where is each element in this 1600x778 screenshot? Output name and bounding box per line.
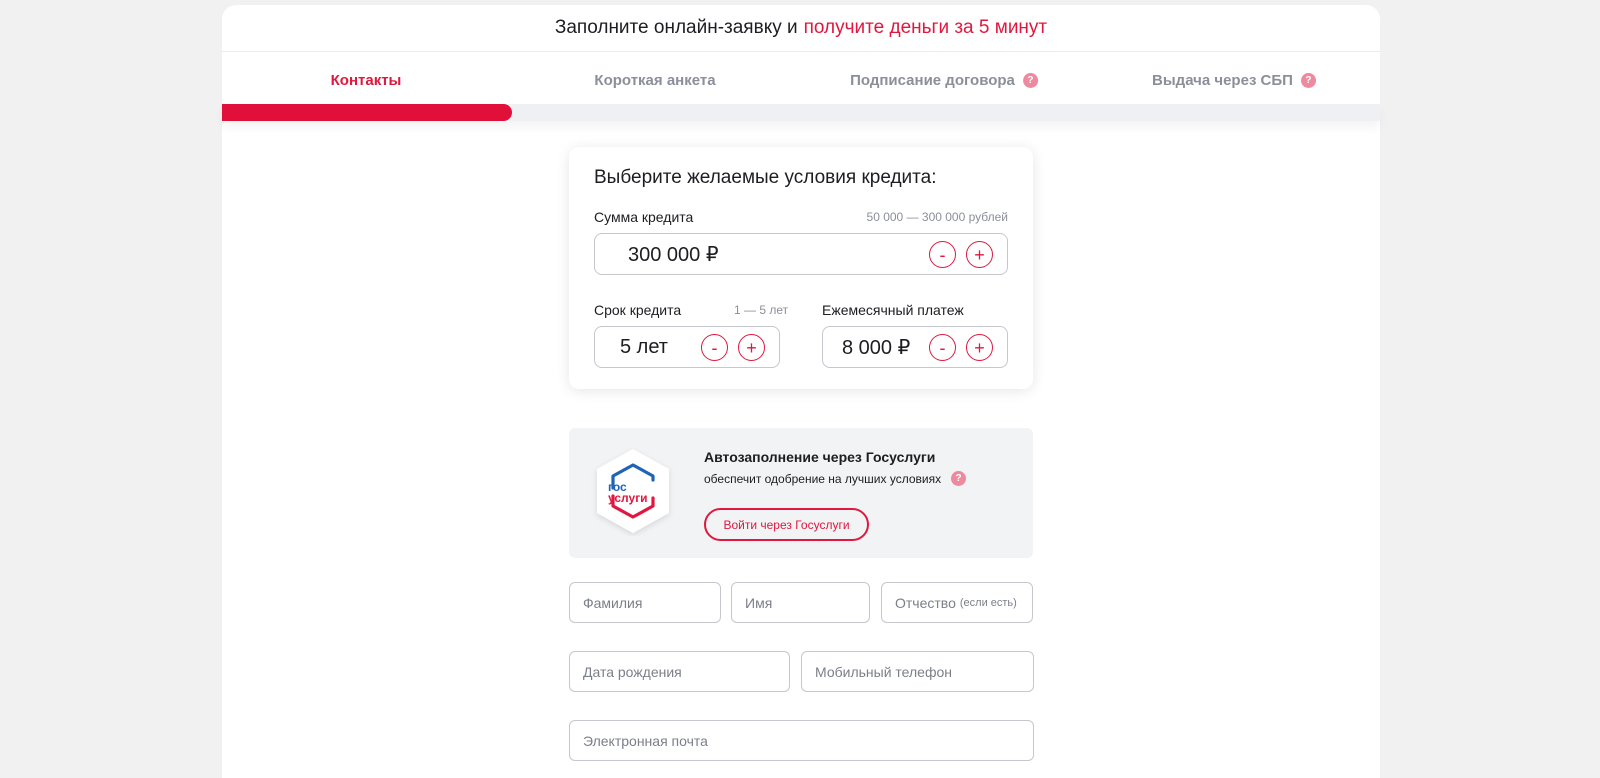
- birth-date-input[interactable]: Дата рождения: [569, 651, 790, 692]
- step-label: Подписание договора: [850, 71, 1015, 89]
- step-label: Выдача через СБП: [1152, 71, 1293, 89]
- amount-increase-button[interactable]: +: [966, 241, 993, 268]
- birth-date-placeholder: Дата рождения: [583, 663, 682, 680]
- last-name-input[interactable]: Фамилия: [569, 582, 721, 623]
- gosuslugi-subtitle: обеспечит одобрение на лучших условиях: [704, 471, 942, 486]
- gosuslugi-title: Автозаполнение через Госуслуги: [704, 449, 936, 465]
- help-icon[interactable]: ?: [1022, 72, 1038, 88]
- phone-input[interactable]: Мобильный телефон: [801, 651, 1034, 692]
- payment-value: 8 000 ₽: [842, 336, 911, 359]
- term-increase-button[interactable]: +: [738, 334, 765, 361]
- progress-bar: [222, 104, 1380, 121]
- gosuslugi-autofill-panel: гос услуги Автозаполнение через Госуслуг…: [569, 428, 1033, 558]
- step-short-form[interactable]: Короткая анкета: [594, 52, 715, 108]
- term-range-hint: 1 — 5 лет: [734, 303, 789, 317]
- help-icon[interactable]: ?: [1300, 72, 1316, 88]
- help-icon[interactable]: ?: [951, 471, 967, 486]
- middle-name-note: (если есть): [959, 596, 1017, 609]
- last-name-placeholder: Фамилия: [583, 594, 643, 611]
- amount-range-hint: 50 000 — 300 000 рублей: [866, 210, 1008, 224]
- steps-nav: Контакты Короткая анкета Подписание дого…: [222, 52, 1380, 108]
- email-input[interactable]: Электронная почта: [569, 720, 1034, 761]
- loan-conditions-card: Выберите желаемые условия кредита: Сумма…: [569, 147, 1033, 389]
- amount-value: 300 000 ₽: [628, 243, 719, 266]
- amount-label: Сумма кредита: [594, 209, 694, 225]
- gosuslugi-subtitle-row: обеспечит одобрение на лучших условиях ?: [704, 471, 967, 486]
- gosuslugi-logo-icon: гос услуги: [597, 449, 669, 533]
- headline-accent-text: получите деньги за 5 минут: [803, 17, 1048, 38]
- amount-field[interactable]: 300 000 ₽ - +: [594, 233, 1008, 275]
- headline-text: Заполните онлайн-заявку и: [554, 17, 798, 38]
- step-label: Короткая анкета: [594, 71, 716, 89]
- term-decrease-button[interactable]: -: [701, 334, 728, 361]
- step-contacts[interactable]: Контакты: [331, 52, 402, 108]
- payment-decrease-button[interactable]: -: [929, 334, 956, 361]
- payment-label: Ежемесячный платеж: [822, 302, 964, 318]
- phone-placeholder: Мобильный телефон: [815, 663, 952, 680]
- svg-text:услуги: услуги: [608, 491, 648, 505]
- first-name-placeholder: Имя: [745, 594, 773, 611]
- gosuslugi-login-button[interactable]: Войти через Госуслуги: [704, 508, 869, 541]
- step-sbp-payout[interactable]: Выдача через СБП ?: [1152, 52, 1316, 108]
- email-placeholder: Электронная почта: [583, 732, 708, 749]
- middle-name-placeholder: Отчество: [895, 594, 956, 611]
- payment-increase-button[interactable]: +: [966, 334, 993, 361]
- middle-name-input[interactable]: Отчество (если есть): [881, 582, 1033, 623]
- term-field[interactable]: 5 лет - +: [594, 326, 780, 368]
- term-label: Срок кредита: [594, 302, 682, 318]
- application-page: Заполните онлайн-заявку и получите деньг…: [222, 5, 1380, 778]
- step-contract-signing[interactable]: Подписание договора ?: [850, 52, 1038, 108]
- payment-field[interactable]: 8 000 ₽ - +: [822, 326, 1008, 368]
- term-value: 5 лет: [620, 335, 668, 358]
- progress-fill: [222, 104, 512, 121]
- page-headline: Заполните онлайн-заявку и получите деньг…: [222, 5, 1380, 51]
- step-label: Контакты: [330, 71, 402, 89]
- loan-card-title: Выберите желаемые условия кредита:: [594, 167, 937, 188]
- amount-decrease-button[interactable]: -: [929, 241, 956, 268]
- first-name-input[interactable]: Имя: [731, 582, 870, 623]
